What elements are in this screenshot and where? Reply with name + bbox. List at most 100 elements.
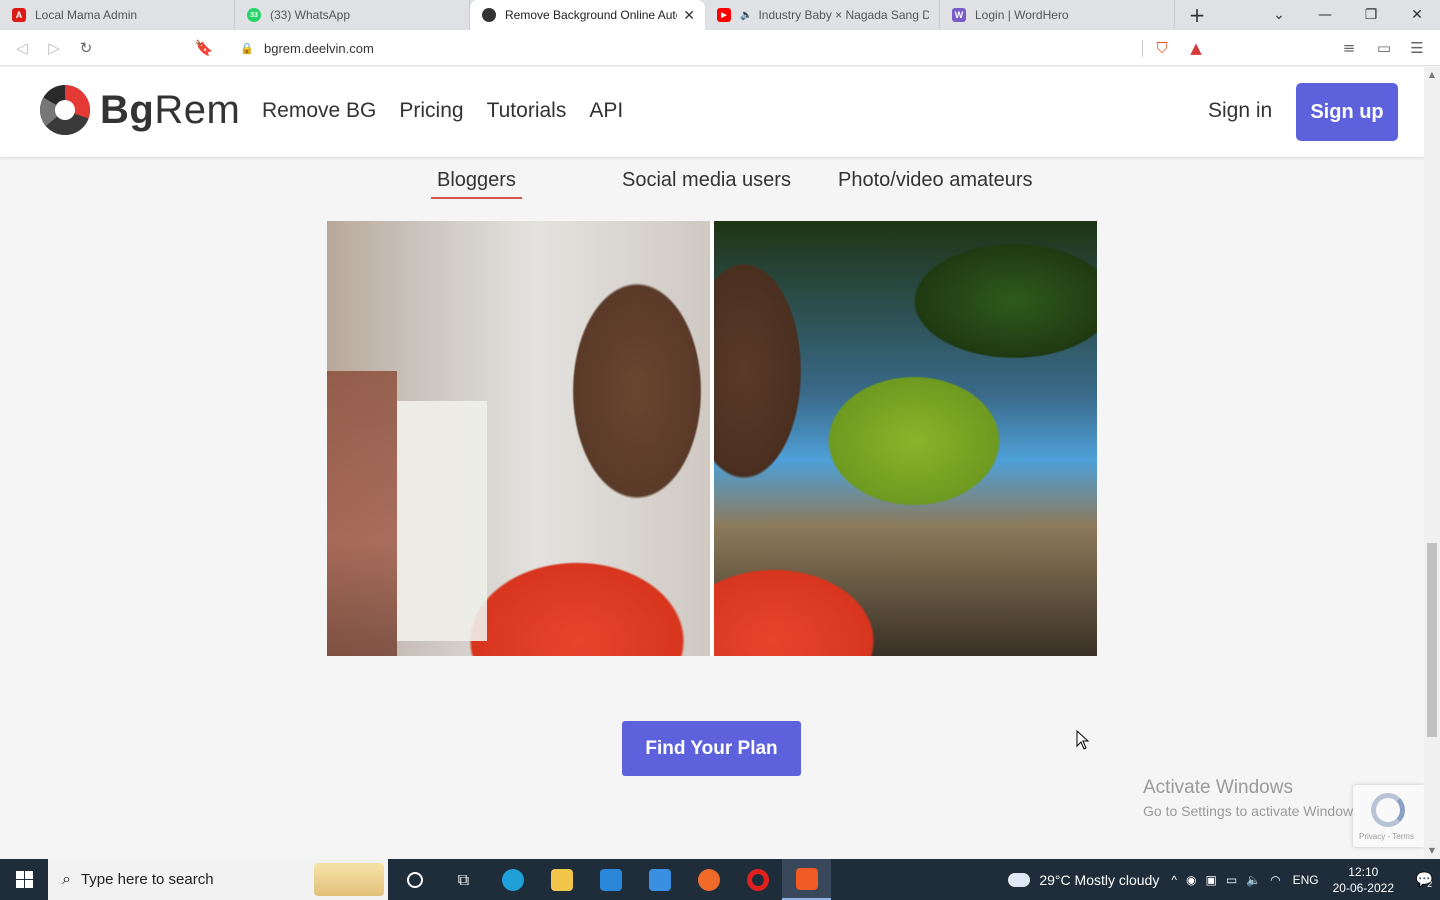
sign-up-button[interactable]: Sign up [1296, 83, 1398, 141]
tab-title: Login | WordHero [975, 8, 1069, 22]
back-button[interactable]: ◁ [10, 36, 34, 60]
site-header: BgRem Remove BG Pricing Tutorials API Si… [0, 67, 1424, 157]
search-highlight-image [314, 863, 384, 896]
taskbar-search[interactable]: ⌕ Type here to search [48, 859, 388, 900]
recaptcha-icon [1371, 793, 1405, 827]
start-button[interactable] [0, 859, 48, 900]
meet-now-icon[interactable]: ◉ [1186, 873, 1196, 887]
activate-windows-watermark: Activate Windows Go to Settings to activ… [1143, 777, 1364, 819]
activate-title: Activate Windows [1143, 777, 1293, 798]
mouse-cursor-icon [1076, 730, 1090, 750]
restore-button[interactable]: ❐ [1348, 0, 1394, 30]
volume-icon[interactable]: 🔈 [1246, 873, 1261, 887]
time: 12:10 [1348, 864, 1379, 879]
nav-tutorials[interactable]: Tutorials [487, 99, 567, 123]
address-divider [1142, 40, 1143, 57]
tab-social-media-users[interactable]: Social media users [622, 167, 791, 199]
nav-pricing[interactable]: Pricing [399, 99, 463, 123]
brave-rewards-icon[interactable]: ▲ [1184, 36, 1208, 60]
security-icon[interactable]: ▣ [1205, 873, 1216, 887]
url-text: bgrem.deelvin.com [264, 40, 374, 56]
clock[interactable]: 12:10 20-06-2022 [1333, 864, 1394, 896]
media-playlist-icon[interactable]: ≡ [1337, 36, 1361, 60]
main-nav: Remove BG Pricing Tutorials API [262, 99, 623, 123]
scrollbar-thumb[interactable] [1427, 543, 1437, 737]
show-hidden-icons[interactable]: ^ [1171, 873, 1177, 887]
windows-icon [15, 871, 33, 888]
wallet-icon[interactable]: ▭ [1372, 36, 1396, 60]
network-icon[interactable]: ◠ [1270, 873, 1280, 887]
microsoft-store-icon[interactable] [586, 859, 635, 900]
logo-text: BgRem [100, 87, 241, 132]
language-indicator[interactable]: ENG [1293, 873, 1319, 887]
tab-bgrem[interactable]: Remove Background Online Auto ✕ [470, 0, 705, 30]
tab-title: Remove Background Online Auto [505, 8, 678, 22]
page-scrollbar[interactable]: ▲ ▼ [1424, 67, 1440, 859]
close-tab-icon[interactable]: ✕ [683, 7, 695, 24]
nav-remove-bg[interactable]: Remove BG [262, 99, 376, 123]
site-logo[interactable]: BgRem [40, 85, 240, 135]
comparison-slider-handle[interactable] [710, 221, 714, 656]
weather-widget[interactable]: 29°C Mostly cloudy [1004, 868, 1160, 888]
bookmark-icon[interactable]: 🔖 [192, 36, 216, 60]
notification-center-icon[interactable]: 💬 2 [1408, 871, 1440, 889]
windows-taskbar: ⌕ Type here to search ⧉ 29°C Mostly clou… [0, 859, 1440, 900]
scroll-up-arrow[interactable]: ▲ [1427, 70, 1437, 80]
file-explorer-icon[interactable] [537, 859, 586, 900]
tab-title: Local Mama Admin [35, 8, 138, 22]
tab-local-mama-admin[interactable]: A Local Mama Admin [0, 0, 235, 30]
web-page: BgRem Remove BG Pricing Tutorials API Si… [0, 67, 1424, 859]
before-after-comparison[interactable] [327, 221, 1097, 656]
opera-icon[interactable] [733, 859, 782, 900]
close-window-button[interactable]: ✕ [1394, 0, 1440, 30]
pinned-apps: ⧉ [390, 859, 831, 900]
audio-playing-icon[interactable]: 🔈 [740, 10, 752, 21]
brave-icon[interactable] [782, 859, 831, 900]
bgrem-icon [482, 8, 496, 22]
weather-text: 29°C Mostly cloudy [1039, 871, 1160, 888]
browser-toolbar: ◁ ▷ ↻ 🔖 🔒 bgrem.deelvin.com ⛉ ▲ ≡ ▭ ☰ [0, 30, 1440, 66]
search-icon: ⌕ [62, 870, 71, 888]
task-view-button[interactable]: ⧉ [439, 859, 488, 900]
tab-search-icon[interactable]: ⌄ [1256, 0, 1302, 30]
before-image [327, 221, 710, 656]
tab-title: Industry Baby × Nagada Sang Dhol [758, 8, 929, 22]
sign-in-link[interactable]: Sign in [1208, 99, 1272, 123]
nav-api[interactable]: API [589, 99, 623, 123]
minimize-button[interactable]: — [1302, 0, 1348, 30]
browser-tab-bar: A Local Mama Admin 33 (33) WhatsApp Remo… [0, 0, 1440, 30]
menu-icon[interactable]: ☰ [1405, 36, 1429, 60]
category-tabs: Bloggers Social media users Photo/video … [0, 167, 1424, 207]
date: 20-06-2022 [1332, 880, 1394, 895]
battery-icon[interactable]: ▭ [1226, 873, 1237, 887]
search-placeholder: Type here to search [80, 871, 214, 888]
wordhero-icon: W [952, 8, 966, 22]
find-your-plan-button[interactable]: Find Your Plan [622, 721, 801, 776]
firefox-icon[interactable] [684, 859, 733, 900]
tab-whatsapp[interactable]: 33 (33) WhatsApp [235, 0, 470, 30]
reload-button[interactable]: ↻ [74, 36, 98, 60]
recaptcha-links[interactable]: Privacy - Terms [1359, 832, 1414, 841]
mail-icon[interactable] [635, 859, 684, 900]
system-tray: 29°C Mostly cloudy ^ ◉ ▣ ▭ 🔈 ◠ ENG 12:10… [1004, 859, 1440, 900]
brave-shield-icon[interactable]: ⛉ [1150, 36, 1174, 60]
tray-icons: ^ ◉ ▣ ▭ 🔈 ◠ [1171, 873, 1280, 887]
address-bar[interactable]: 🔒 bgrem.deelvin.com [226, 33, 1216, 63]
tab-wordhero[interactable]: W Login | WordHero [940, 0, 1175, 30]
recaptcha-badge[interactable]: Privacy - Terms [1353, 785, 1424, 847]
youtube-icon: ▶ [717, 8, 731, 22]
notification-count: 2 [1427, 878, 1433, 889]
window-controls: ⌄ — ❐ ✕ [1256, 0, 1440, 30]
tab-photo-video-amateurs[interactable]: Photo/video amateurs [838, 167, 1033, 199]
scroll-down-arrow[interactable]: ▼ [1427, 846, 1437, 856]
edge-icon[interactable] [488, 859, 537, 900]
cloudy-weather-icon [1004, 868, 1031, 887]
bgrem-logo-icon [40, 85, 90, 135]
tab-youtube[interactable]: ▶ 🔈 Industry Baby × Nagada Sang Dhol [705, 0, 940, 30]
tab-bloggers[interactable]: Bloggers [431, 167, 522, 199]
angular-icon: A [12, 8, 26, 22]
cortana-button[interactable] [390, 859, 439, 900]
forward-button[interactable]: ▷ [42, 36, 66, 60]
tab-title: (33) WhatsApp [270, 8, 351, 22]
new-tab-button[interactable]: + [1184, 0, 1210, 30]
